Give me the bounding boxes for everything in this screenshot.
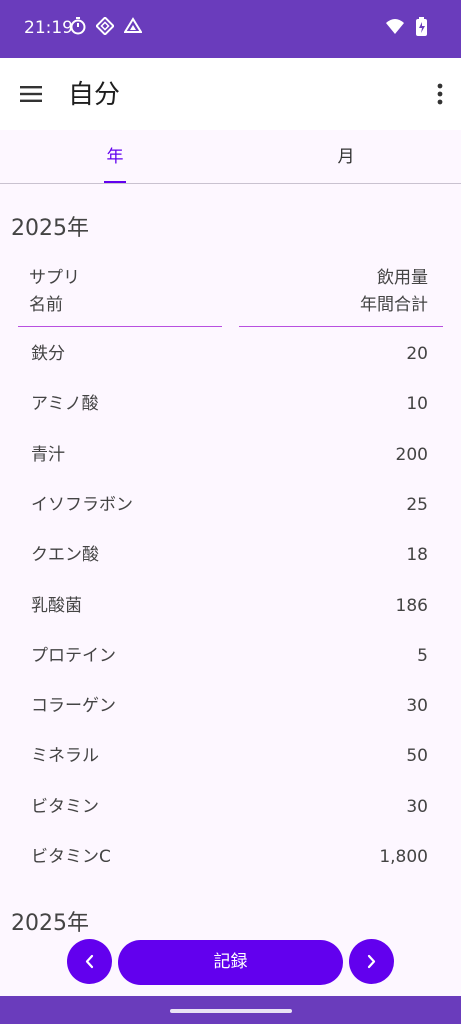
chevron-left-icon <box>85 954 94 969</box>
row-value: 10 <box>406 394 428 414</box>
table-row: ビタミンC 1,800 <box>0 832 461 882</box>
battery-charging-icon <box>416 17 427 36</box>
column-header-total: 飲用量 年間合計 <box>360 265 428 319</box>
status-bar: 21:19 <box>0 0 461 58</box>
column-divider-right <box>239 326 443 327</box>
drive-icon <box>124 17 142 33</box>
row-value: 18 <box>406 545 428 565</box>
column-divider-left <box>18 326 222 327</box>
column-header-total-line2: 年間合計 <box>360 295 428 315</box>
row-name: クエン酸 <box>31 545 99 565</box>
diamond-app-icon <box>96 17 114 35</box>
app-bar: 自分 <box>0 58 461 130</box>
row-value: 186 <box>395 596 428 616</box>
system-navigation-bar <box>0 996 461 1024</box>
table-row: ミネラル 50 <box>0 731 461 781</box>
table-row: コラーゲン 30 <box>0 681 461 731</box>
table-row: アミノ酸 10 <box>0 379 461 429</box>
record-button[interactable]: 記録 <box>118 940 343 985</box>
next-button[interactable] <box>349 939 394 984</box>
tab-month-label: 月 <box>337 147 355 167</box>
row-value: 200 <box>395 445 428 465</box>
row-value: 20 <box>406 344 428 364</box>
next-section-year-title: 2025年 <box>11 911 89 936</box>
status-icons-left <box>70 17 142 35</box>
table-row: 鉄分 20 <box>0 329 461 379</box>
table-row: 青汁 200 <box>0 430 461 480</box>
wifi-icon <box>386 19 404 34</box>
hamburger-menu-icon[interactable] <box>18 80 46 108</box>
row-value: 30 <box>406 696 428 716</box>
row-name: 青汁 <box>31 445 65 465</box>
column-header-name: サプリ 名前 <box>29 265 80 319</box>
status-time: 21:19 <box>24 18 73 38</box>
row-name: ビタミン <box>31 797 99 817</box>
tab-month[interactable]: 月 <box>231 130 461 183</box>
tab-year-label: 年 <box>106 147 124 167</box>
tab-bar: 年 月 <box>0 130 461 184</box>
chevron-right-icon <box>367 954 376 969</box>
row-name: ミネラル <box>31 746 99 766</box>
row-name: 乳酸菌 <box>31 596 82 616</box>
column-header-name-line1: サプリ <box>29 268 80 288</box>
status-icons-right <box>385 17 429 37</box>
tab-year[interactable]: 年 <box>0 130 230 183</box>
row-value: 50 <box>406 746 428 766</box>
row-value: 30 <box>406 797 428 817</box>
table-row: クエン酸 18 <box>0 530 461 580</box>
more-vertical-icon[interactable] <box>433 80 447 108</box>
row-name: コラーゲン <box>31 696 116 716</box>
tab-indicator <box>104 181 126 183</box>
section-year-title: 2025年 <box>11 216 89 241</box>
row-value: 25 <box>406 495 428 515</box>
previous-button[interactable] <box>67 939 112 984</box>
column-header-name-line2: 名前 <box>29 295 63 315</box>
row-value: 1,800 <box>379 847 428 867</box>
row-name: アミノ酸 <box>31 394 99 414</box>
timer-icon <box>70 17 86 35</box>
row-name: 鉄分 <box>31 344 65 364</box>
table-row: イソフラボン 25 <box>0 480 461 530</box>
row-name: イソフラボン <box>31 495 133 515</box>
row-name: ビタミンC <box>31 847 111 867</box>
home-gesture-handle[interactable] <box>170 1009 292 1013</box>
table-row: プロテイン 5 <box>0 631 461 681</box>
column-header-total-line1: 飲用量 <box>377 268 428 288</box>
table-row: ビタミン 30 <box>0 782 461 832</box>
table-row: 乳酸菌 186 <box>0 581 461 631</box>
row-name: プロテイン <box>31 646 116 666</box>
row-value: 5 <box>417 646 428 666</box>
page-title: 自分 <box>68 80 121 110</box>
